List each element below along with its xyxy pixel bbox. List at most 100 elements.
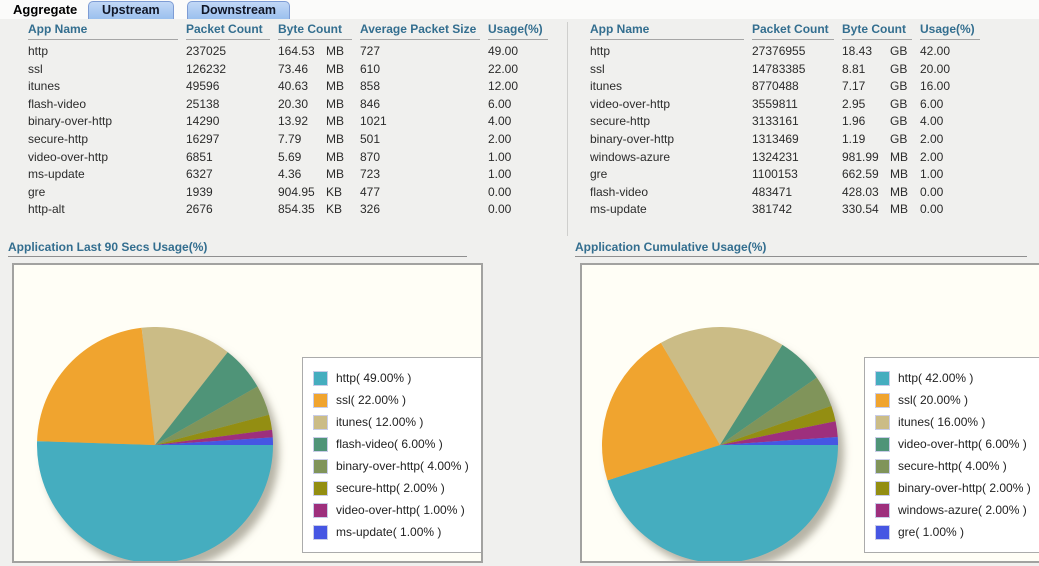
legend-item: binary-over-http( 4.00% ) — [313, 455, 481, 477]
cell-byte-count: 13.92MB — [278, 113, 352, 131]
byte-unit: GB — [890, 114, 907, 128]
col-app-name: App Name — [28, 22, 178, 40]
byte-unit: GB — [890, 79, 907, 93]
cell-packet-count: 8770488 — [752, 78, 834, 96]
legend-swatch-icon — [313, 371, 328, 386]
cell-app-name: video-over-http — [28, 149, 178, 167]
byte-value: 1.96 — [842, 113, 890, 131]
table-row: binary-over-http13134691.19GB2.00 — [570, 131, 1039, 149]
cell-byte-count: 981.99MB — [842, 149, 912, 167]
cell-packet-count: 16297 — [186, 131, 270, 149]
byte-value: 330.54 — [842, 201, 890, 219]
byte-value: 73.46 — [278, 61, 326, 79]
cell-packet-count: 6851 — [186, 149, 270, 167]
table-divider — [567, 22, 568, 236]
legend-label: binary-over-http( 4.00% ) — [336, 459, 469, 473]
legend-label: secure-http( 2.00% ) — [336, 481, 445, 495]
legend-swatch-icon — [313, 481, 328, 496]
cell-byte-count: 662.59MB — [842, 166, 912, 184]
pie-legend-cumulative: http( 42.00% )ssl( 20.00% )itunes( 16.00… — [864, 357, 1039, 553]
legend-label: flash-video( 6.00% ) — [336, 437, 443, 451]
cell-avg-packet-size: 846 — [360, 96, 480, 114]
cell-avg-packet-size: 723 — [360, 166, 480, 184]
cell-usage: 2.00 — [920, 149, 980, 167]
byte-value: 8.81 — [842, 61, 890, 79]
table-row: http-alt2676854.35KB3260.00 — [8, 201, 564, 219]
legend-label: ssl( 20.00% ) — [898, 393, 968, 407]
section-rule — [575, 256, 1027, 257]
table-body: http2737695518.43GB42.00ssl147833858.81G… — [570, 43, 1039, 219]
chart-panel-cumulative: http( 42.00% )ssl( 20.00% )itunes( 16.00… — [580, 263, 1039, 563]
cell-avg-packet-size: 610 — [360, 61, 480, 79]
table-header: App Name Packet Count Byte Count Usage(%… — [570, 22, 1039, 40]
table-row: itunes4959640.63MB85812.00 — [8, 78, 564, 96]
cell-usage: 20.00 — [920, 61, 980, 79]
tab-downstream[interactable]: Downstream — [187, 1, 290, 19]
cell-packet-count: 27376955 — [752, 43, 834, 61]
legend-label: video-over-http( 6.00% ) — [898, 437, 1027, 451]
cell-usage: 6.00 — [920, 96, 980, 114]
cell-app-name: ssl — [28, 61, 178, 79]
tab-upstream[interactable]: Upstream — [88, 1, 174, 19]
legend-swatch-icon — [875, 525, 890, 540]
table-header: App Name Packet Count Byte Count Average… — [8, 22, 564, 40]
cell-app-name: http — [590, 43, 744, 61]
cell-byte-count: 1.19GB — [842, 131, 912, 149]
byte-unit: GB — [890, 97, 907, 111]
cell-avg-packet-size: 1021 — [360, 113, 480, 131]
legend-item: secure-http( 4.00% ) — [875, 455, 1039, 477]
byte-value: 981.99 — [842, 149, 890, 167]
cell-avg-packet-size: 727 — [360, 43, 480, 61]
byte-unit: MB — [326, 97, 344, 111]
legend-item: itunes( 16.00% ) — [875, 411, 1039, 433]
tab-bar: Aggregate Upstream Downstream — [0, 0, 1039, 19]
legend-item: video-over-http( 6.00% ) — [875, 433, 1039, 455]
byte-value: 1.19 — [842, 131, 890, 149]
byte-unit: KB — [326, 185, 342, 199]
table-row: windows-azure1324231981.99MB2.00 — [570, 149, 1039, 167]
byte-unit: MB — [326, 167, 344, 181]
cell-packet-count: 1324231 — [752, 149, 834, 167]
table-row: itunes87704887.17GB16.00 — [570, 78, 1039, 96]
table-row: secure-http31331611.96GB4.00 — [570, 113, 1039, 131]
cell-packet-count: 14290 — [186, 113, 270, 131]
cell-usage: 2.00 — [488, 131, 548, 149]
cell-usage: 12.00 — [488, 78, 548, 96]
cell-avg-packet-size: 858 — [360, 78, 480, 96]
pie-chart-cumulative — [595, 320, 845, 563]
legend-item: flash-video( 6.00% ) — [313, 433, 481, 455]
cell-app-name: video-over-http — [590, 96, 744, 114]
cell-app-name: binary-over-http — [590, 131, 744, 149]
pie-slice-ssl — [37, 328, 155, 445]
cell-app-name: secure-http — [28, 131, 178, 149]
legend-item: gre( 1.00% ) — [875, 521, 1039, 543]
legend-label: binary-over-http( 2.00% ) — [898, 481, 1031, 495]
legend-item: ms-update( 1.00% ) — [313, 521, 481, 543]
legend-swatch-icon — [875, 415, 890, 430]
cell-packet-count: 126232 — [186, 61, 270, 79]
cell-byte-count: 18.43GB — [842, 43, 912, 61]
cell-app-name: binary-over-http — [28, 113, 178, 131]
table-row: flash-video2513820.30MB8466.00 — [8, 96, 564, 114]
cell-usage: 1.00 — [488, 149, 548, 167]
cell-packet-count: 2676 — [186, 201, 270, 219]
cell-packet-count: 3133161 — [752, 113, 834, 131]
table-row: http2737695518.43GB42.00 — [570, 43, 1039, 61]
legend-label: windows-azure( 2.00% ) — [898, 503, 1027, 517]
table-row: ms-update381742330.54MB0.00 — [570, 201, 1039, 219]
legend-item: http( 49.00% ) — [313, 367, 481, 389]
cell-packet-count: 14783385 — [752, 61, 834, 79]
cell-usage: 0.00 — [488, 184, 548, 202]
tab-aggregate[interactable]: Aggregate — [0, 0, 90, 19]
col-byte-count: Byte Count — [278, 22, 352, 40]
cell-app-name: gre — [590, 166, 744, 184]
byte-unit: MB — [326, 150, 344, 164]
table-row: ssl12623273.46MB61022.00 — [8, 61, 564, 79]
cell-byte-count: 8.81GB — [842, 61, 912, 79]
cell-avg-packet-size: 501 — [360, 131, 480, 149]
byte-value: 854.35 — [278, 201, 326, 219]
byte-value: 662.59 — [842, 166, 890, 184]
legend-swatch-icon — [875, 393, 890, 408]
legend-label: http( 49.00% ) — [336, 371, 411, 385]
byte-value: 20.30 — [278, 96, 326, 114]
